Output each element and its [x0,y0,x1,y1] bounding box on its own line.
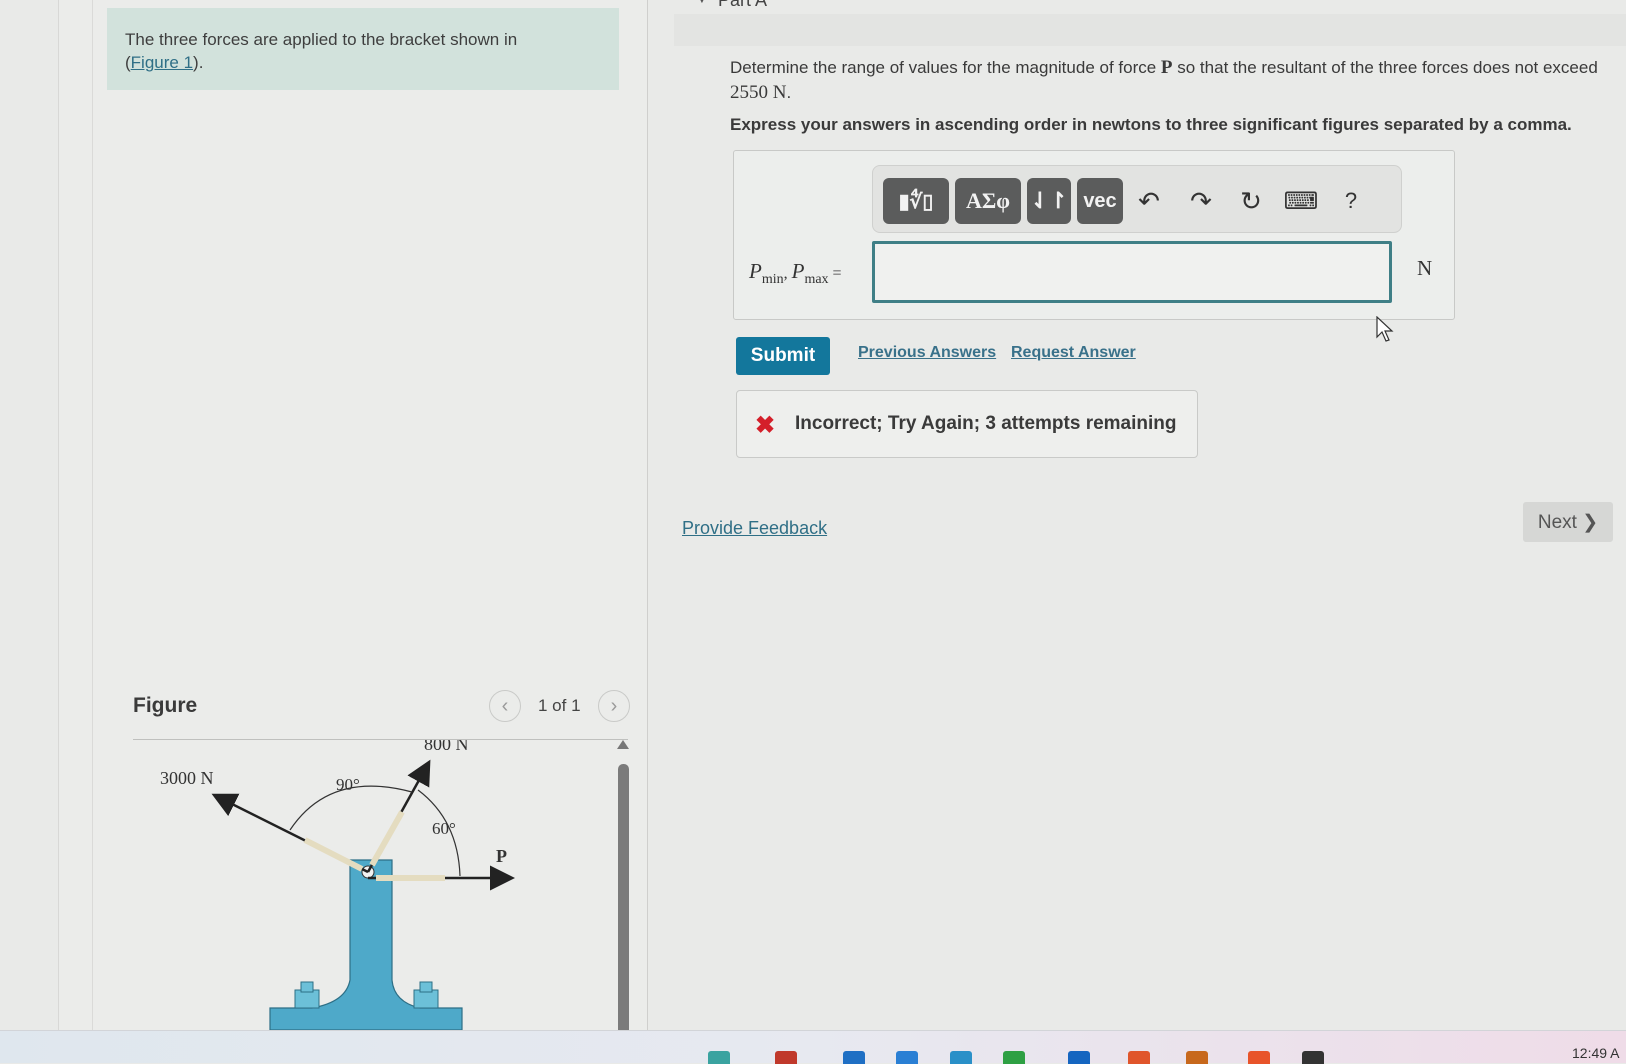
figure-link[interactable]: Figure 1 [131,53,193,72]
taskbar: 12:49 A [0,1030,1626,1064]
undo-button[interactable]: ↶ [1131,178,1167,224]
figure-prev-button[interactable]: ‹ [489,690,521,722]
mouse-cursor-icon [1376,316,1394,342]
bolt-right-top [419,981,433,993]
label-3000n: 3000 N [160,768,214,788]
figure-title: Figure [133,694,198,717]
p-symbol-1: P [749,259,762,283]
templates-button[interactable]: ▮∜▯ [883,178,949,224]
sort-button[interactable]: ⇃↾ [1027,178,1071,224]
bracket-diagram: 3000 N 800 N P 90° 60° [160,734,515,1031]
taskbar-app-icon[interactable] [708,1051,730,1064]
previous-answers-link[interactable]: Previous Answers [858,344,996,362]
bolt-right [413,989,439,1009]
intro-text: The three forces are applied to the brac… [125,30,518,49]
sort-arrows-icon: ⇃↾ [1030,188,1068,213]
answer-input[interactable] [872,241,1392,303]
answer-box: ▮∜▯ ΑΣφ ⇃↾ vec ↶ ↷ ↻ ⌨ ? Pmin, Pmax = N [733,150,1455,320]
taskbar-app-icon[interactable] [896,1051,918,1064]
incorrect-x-icon: ✖ [755,412,776,439]
intro-suffix: . [198,53,204,72]
reset-button[interactable]: ↻ [1233,178,1269,224]
redo-icon: ↷ [1190,185,1212,216]
taskbar-app-icon[interactable] [775,1051,797,1064]
force-symbol: P [1160,57,1173,78]
figure-next-button[interactable]: › [598,690,630,722]
unit-label: N [1417,256,1433,280]
scroll-up-icon[interactable] [617,740,629,749]
taskbar-app-icon[interactable] [1186,1051,1208,1064]
figure-pager: 1 of 1 [538,696,581,715]
force-limit: 2550 N [730,82,787,103]
part-label[interactable]: Part A [718,0,767,11]
taskbar-app-icon[interactable] [1302,1051,1324,1064]
reset-icon: ↻ [1240,185,1262,216]
sub-min: min [761,272,784,288]
scroll-thumb[interactable] [618,764,629,1040]
provide-feedback-link[interactable]: Provide Feedback [682,518,827,539]
sub-max: max [804,272,829,288]
pane-divider [92,0,93,1030]
p-symbol-2: P [791,259,805,283]
chevron-right-icon: › [610,694,618,717]
help-icon: ? [1344,188,1358,213]
greek-symbols-button[interactable]: ΑΣφ [955,178,1021,224]
figure-scrollbar[interactable] [617,740,629,1040]
caret-down-icon[interactable]: ▼ [696,0,708,6]
taskbar-app-icon[interactable] [950,1051,972,1064]
bolt-left [294,989,320,1009]
taskbar-app-icon[interactable] [1003,1051,1025,1064]
label-800n: 800 N [424,740,469,754]
undo-icon: ↶ [1138,185,1160,216]
feedback-message: ✖ Incorrect; Try Again; 3 attempts remai… [736,390,1198,458]
taskbar-app-icon[interactable] [1068,1051,1090,1064]
chevron-left-icon: ‹ [501,694,509,717]
math-toolbar: ▮∜▯ ΑΣφ ⇃↾ vec ↶ ↷ ↻ ⌨ ? [872,165,1402,233]
vector-button[interactable]: vec [1077,178,1123,224]
feedback-text: Incorrect; Try Again; 3 attempts remaini… [795,413,1177,434]
equals-sign: = [828,265,842,282]
answer-instructions: Express your answers in ascending order … [730,115,1572,134]
bracket-figure: 3000 N 800 N P 90° 60° [140,734,610,1040]
part-header-band [674,14,1626,46]
request-answer-link[interactable]: Request Answer [1011,344,1136,362]
question-text-1: Determine the range of values for the ma… [730,58,1161,77]
label-separator: , [783,265,792,282]
keyboard-icon: ⌨ [1283,187,1319,215]
label-p: P [496,846,507,866]
vec-label: vec [1083,189,1117,212]
label-angle-60: 60° [432,819,456,838]
greek-icon: ΑΣφ [966,188,1010,213]
clock[interactable]: 12:49 A [1572,1045,1620,1061]
answer-label: Pmin, Pmax = [749,259,842,288]
question-text-2: so that the resultant of the three force… [1172,58,1598,77]
question-pane: ▼ Part A Determine the range of values f… [648,0,1626,1030]
submit-button[interactable]: Submit [736,337,830,375]
next-button[interactable]: Next ❯ [1523,502,1613,542]
redo-button[interactable]: ↷ [1183,178,1219,224]
bolt-left-top [300,981,314,993]
help-button[interactable]: ? [1333,178,1369,224]
taskbar-app-icon[interactable] [843,1051,865,1064]
figure-header: Figure ‹ 1 of 1 › [133,690,630,740]
keyboard-button[interactable]: ⌨ [1283,178,1319,224]
question-end: . [786,83,792,102]
problem-intro: The three forces are applied to the brac… [107,8,619,90]
taskbar-app-icon[interactable] [1248,1051,1270,1064]
taskbar-app-icon[interactable] [1128,1051,1150,1064]
templates-icon: ▮∜▯ [898,190,934,213]
label-angle-90: 90° [336,775,360,794]
question-text: Determine the range of values for the ma… [730,55,1620,105]
